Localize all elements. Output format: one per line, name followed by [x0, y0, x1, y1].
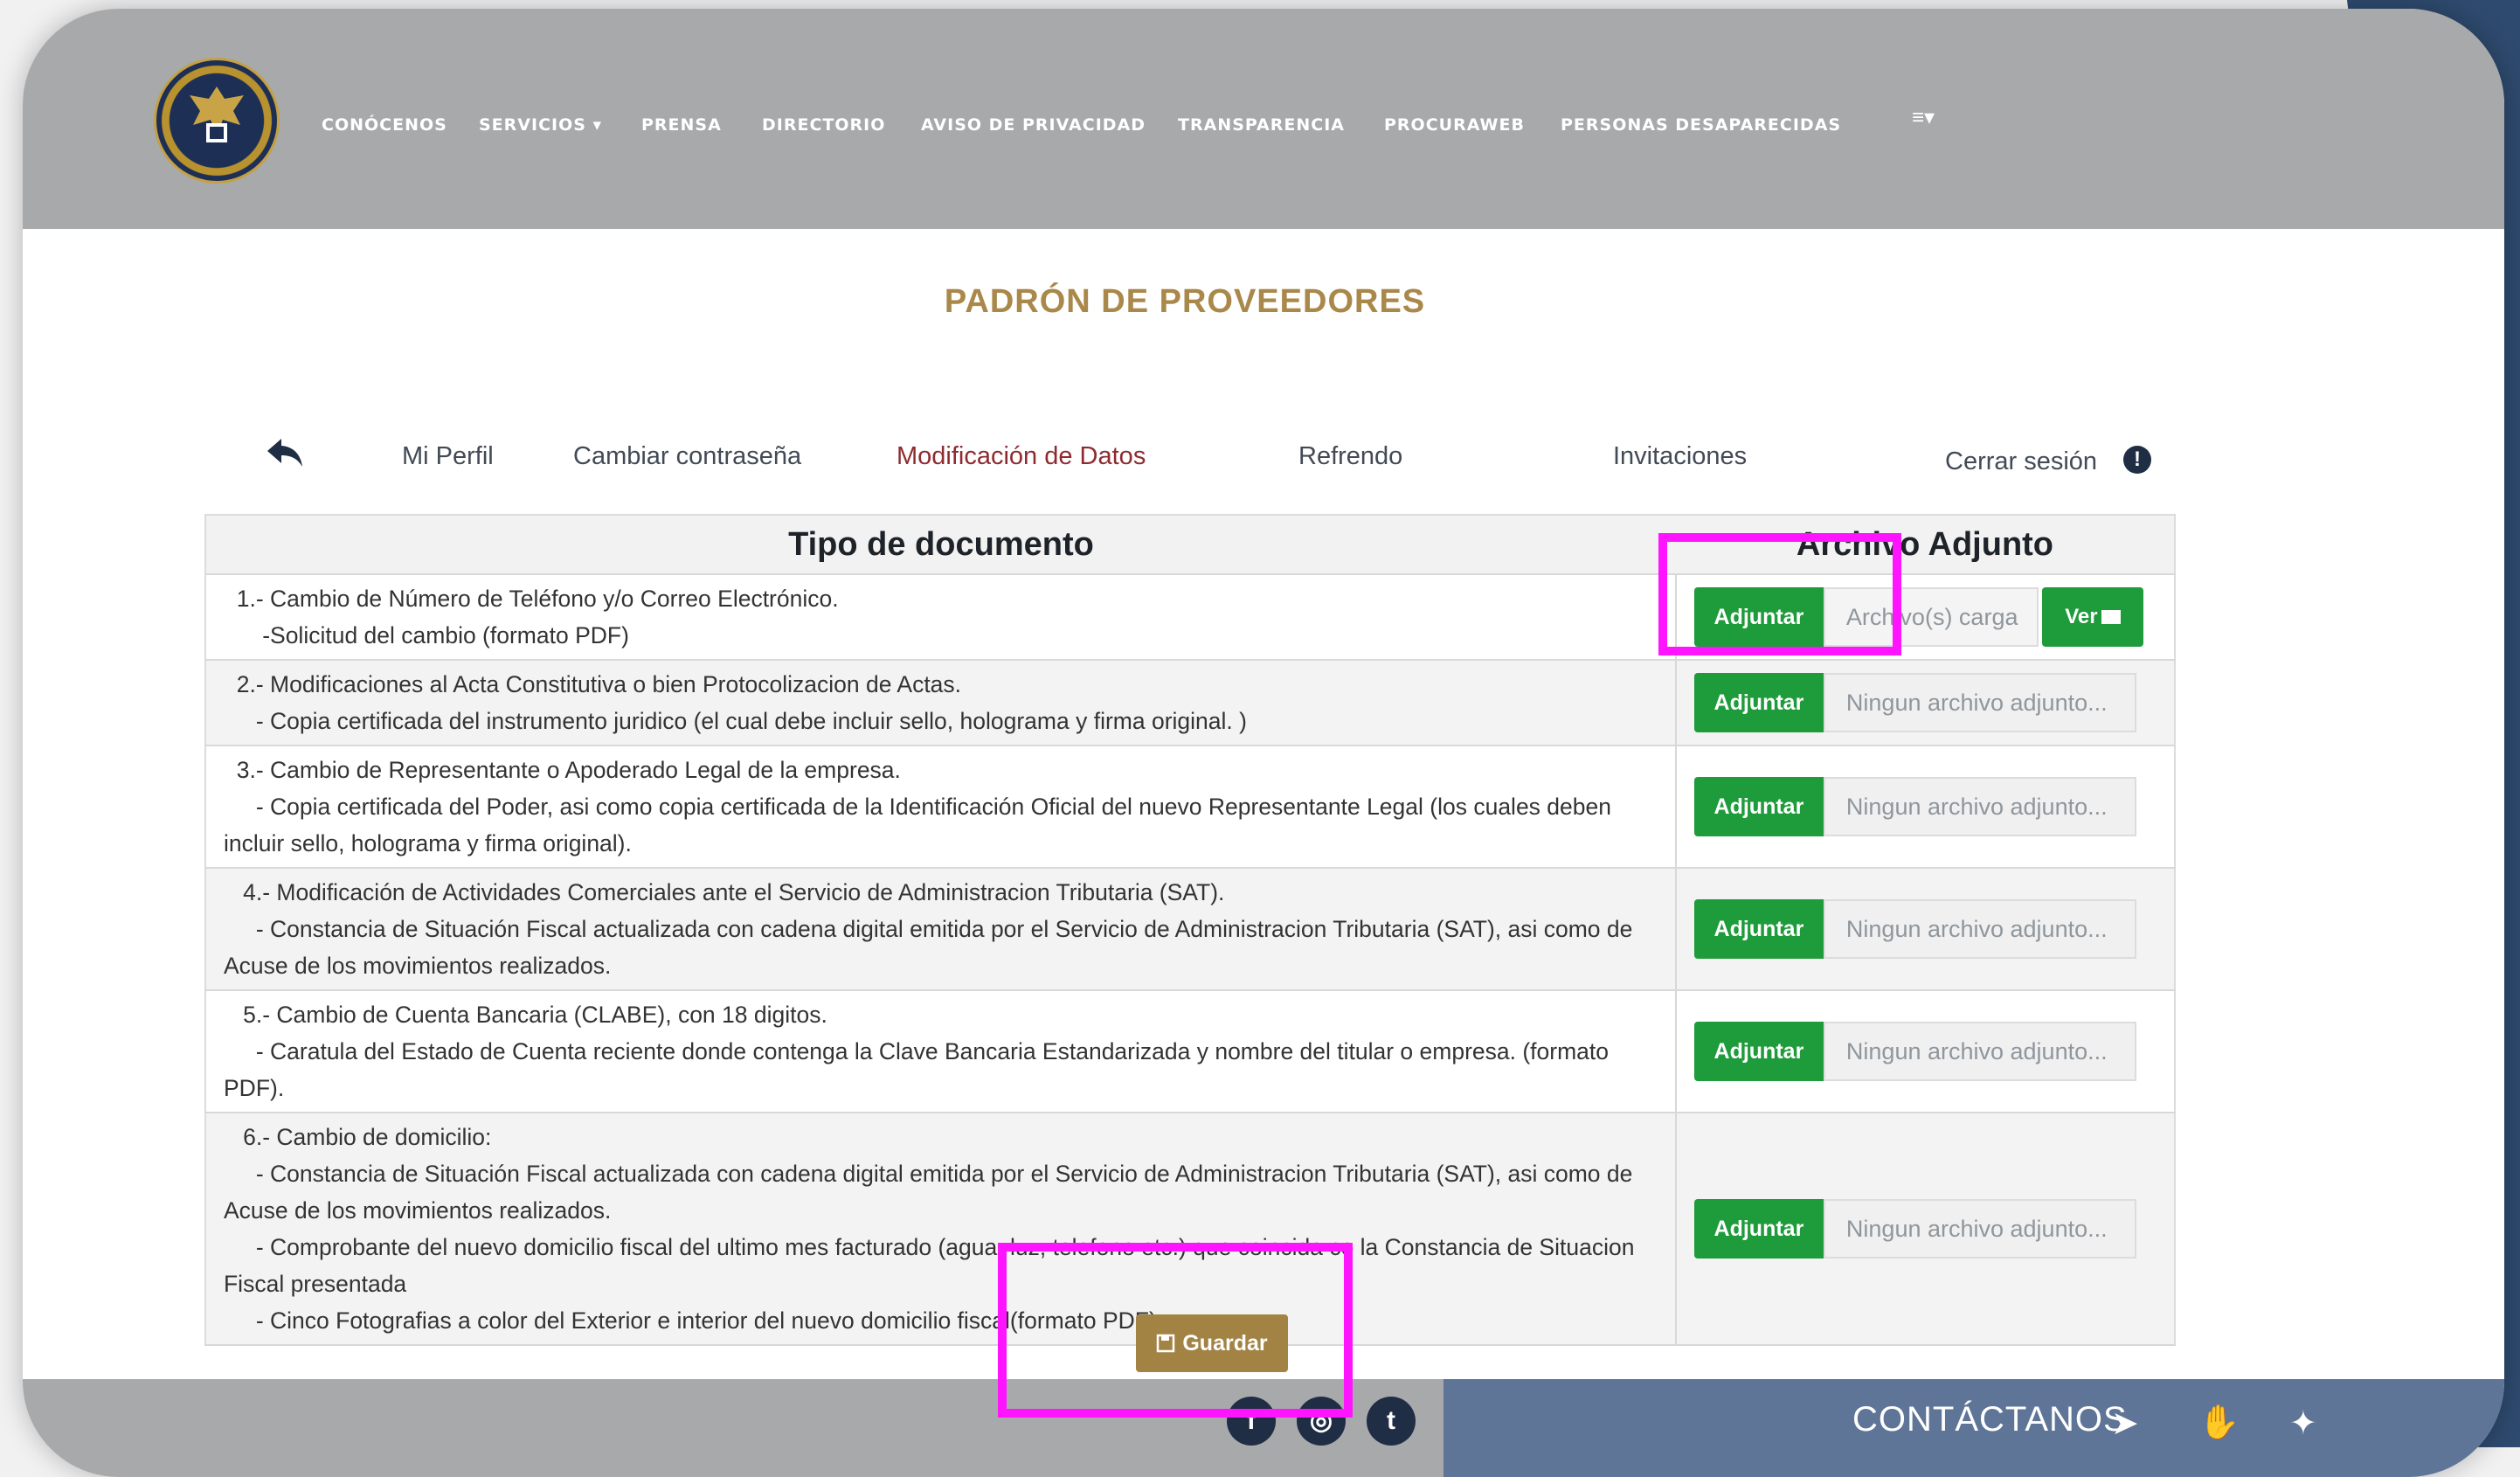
- row-description: 3.- Cambio de Representante o Apoderado …: [205, 745, 1677, 869]
- tab-cambiar-contrasena[interactable]: Cambiar contraseña: [573, 442, 801, 471]
- row-title: 4.- Modificación de Actividades Comercia…: [224, 879, 1225, 905]
- row-description: 6.- Cambio de domicilio: - Constancia de…: [205, 1113, 1677, 1346]
- file-name-field[interactable]: Archivo(s) carga: [1823, 587, 2039, 647]
- row-title: 5.- Cambio de Cuenta Bancaria (CLABE), c…: [224, 1002, 827, 1028]
- guardar-label: Guardar: [1182, 1330, 1268, 1356]
- adjuntar-button[interactable]: Adjuntar: [1693, 899, 1824, 959]
- column-header-document-type: Tipo de documento: [205, 515, 1676, 575]
- floppy-disk-icon: [1157, 1334, 1175, 1353]
- adjuntar-button[interactable]: Adjuntar: [1693, 1022, 1824, 1081]
- table-row: 4.- Modificación de Actividades Comercia…: [205, 868, 2175, 991]
- tab-invitaciones[interactable]: Invitaciones: [1613, 442, 1747, 471]
- table-row: 1.- Cambio de Número de Teléfono y/o Cor…: [205, 574, 2175, 661]
- column-header-attachment: Archivo Adjunto: [1675, 515, 2175, 575]
- file-name-field[interactable]: Ningun archivo adjunto...: [1823, 673, 2136, 732]
- row-attachment-cell: Adjuntar Ningun archivo adjunto...: [1675, 660, 2175, 746]
- tab-mi-perfil[interactable]: Mi Perfil: [402, 442, 494, 471]
- table-row: 6.- Cambio de domicilio: - Constancia de…: [205, 1113, 2175, 1346]
- adjuntar-button[interactable]: Adjuntar: [1693, 673, 1824, 732]
- paper-plane-icon[interactable]: ➤: [2111, 1404, 2139, 1443]
- row-title: 2.- Modificaciones al Acta Constitutiva …: [224, 671, 962, 697]
- adjuntar-button[interactable]: Adjuntar: [1693, 777, 1824, 836]
- contact-label[interactable]: CONTÁCTANOS: [1852, 1400, 2128, 1439]
- nav-transparencia[interactable]: TRANSPARENCIA: [1178, 115, 1345, 135]
- ver-label: Ver: [2065, 605, 2098, 628]
- twitter-bird-icon[interactable]: ✦: [2289, 1404, 2317, 1443]
- row-title: 1.- Cambio de Número de Teléfono y/o Cor…: [224, 586, 839, 612]
- row-requirement: - Constancia de Situación Fiscal actuali…: [224, 916, 1638, 979]
- ver-button[interactable]: Ver: [2041, 587, 2143, 647]
- file-name-field[interactable]: Ningun archivo adjunto...: [1823, 899, 2136, 959]
- row-description: 5.- Cambio de Cuenta Bancaria (CLABE), c…: [205, 990, 1677, 1113]
- table-row: 2.- Modificaciones al Acta Constitutiva …: [205, 660, 2175, 746]
- row-attachment-cell: Adjuntar Ningun archivo adjunto...: [1675, 990, 2175, 1113]
- row-requirement: -Solicitud del cambio (formato PDF): [224, 622, 629, 648]
- hands-icon[interactable]: ✋: [2198, 1404, 2240, 1442]
- documents-table: Tipo de documento Archivo Adjunto 1.- Ca…: [204, 514, 2176, 1346]
- exclamation-icon[interactable]: !: [2123, 446, 2151, 474]
- back-arrow-icon[interactable]: [266, 435, 304, 470]
- nav-directorio[interactable]: DIRECTORIO: [762, 115, 885, 135]
- nav-conocenos[interactable]: CONÓCENOS: [322, 115, 447, 135]
- twitter-icon[interactable]: t: [1367, 1397, 1416, 1446]
- file-name-field[interactable]: Ningun archivo adjunto...: [1823, 1022, 2136, 1081]
- row-attachment-cell: Adjuntar Archivo(s) carga Ver: [1675, 574, 2175, 661]
- row-requirement: - Caratula del Estado de Cuenta reciente…: [224, 1038, 1616, 1101]
- eagle-emblem-icon: [190, 87, 244, 142]
- nav-aviso-privacidad[interactable]: AVISO DE PRIVACIDAD: [921, 115, 1146, 135]
- row-requirement: - Copia certificada del Poder, asi como …: [224, 794, 1618, 856]
- row-attachment-cell: Adjuntar Ningun archivo adjunto...: [1675, 868, 2175, 991]
- row-attachment-cell: Adjuntar Ningun archivo adjunto...: [1675, 1113, 2175, 1346]
- nav-procuraweb[interactable]: PROCURAWEB: [1384, 115, 1525, 135]
- tab-refrendo[interactable]: Refrendo: [1298, 442, 1402, 471]
- tab-modificacion-datos[interactable]: Modificación de Datos: [897, 442, 1146, 471]
- file-name-field[interactable]: Ningun archivo adjunto...: [1823, 777, 2136, 836]
- row-description: 2.- Modificaciones al Acta Constitutiva …: [205, 660, 1677, 746]
- hamburger-menu-icon[interactable]: ≡▾: [1912, 105, 1935, 130]
- facebook-icon[interactable]: f: [1227, 1397, 1276, 1446]
- browser-window: CONÓCENOS SERVICIOS ▾ PRENSA DIRECTORIO …: [23, 9, 2504, 1477]
- row-attachment-cell: Adjuntar Ningun archivo adjunto...: [1675, 745, 2175, 869]
- nav-servicios[interactable]: SERVICIOS ▾: [479, 115, 602, 135]
- row-requirement: - Comprobante del nuevo domicilio fiscal…: [224, 1234, 1641, 1297]
- instagram-icon[interactable]: ◎: [1297, 1397, 1346, 1446]
- row-requirement: - Cinco Fotografias a color del Exterior…: [224, 1307, 1164, 1334]
- adjuntar-button[interactable]: Adjuntar: [1693, 587, 1824, 647]
- institution-logo[interactable]: [154, 58, 280, 184]
- row-requirement: - Constancia de Situación Fiscal actuali…: [224, 1161, 1638, 1224]
- row-description: 1.- Cambio de Número de Teléfono y/o Cor…: [205, 574, 1677, 661]
- envelope-icon: [2101, 610, 2121, 624]
- file-name-field[interactable]: Ningun archivo adjunto...: [1823, 1199, 2136, 1259]
- row-title: 6.- Cambio de domicilio:: [224, 1124, 492, 1150]
- guardar-button[interactable]: Guardar: [1136, 1314, 1288, 1372]
- row-requirement: - Copia certificada del instrumento juri…: [224, 708, 1247, 734]
- nav-personas-desaparecidas[interactable]: PERSONAS DESAPARECIDAS: [1561, 115, 1841, 135]
- table-row: 5.- Cambio de Cuenta Bancaria (CLABE), c…: [205, 990, 2175, 1113]
- row-description: 4.- Modificación de Actividades Comercia…: [205, 868, 1677, 991]
- nav-prensa[interactable]: PRENSA: [641, 115, 722, 135]
- row-title: 3.- Cambio de Representante o Apoderado …: [224, 757, 901, 783]
- page-title: PADRÓN DE PROVEEDORES: [944, 283, 1426, 320]
- adjuntar-button[interactable]: Adjuntar: [1693, 1199, 1824, 1259]
- tab-cerrar-sesion[interactable]: Cerrar sesión: [1945, 447, 2097, 476]
- table-row: 3.- Cambio de Representante o Apoderado …: [205, 745, 2175, 869]
